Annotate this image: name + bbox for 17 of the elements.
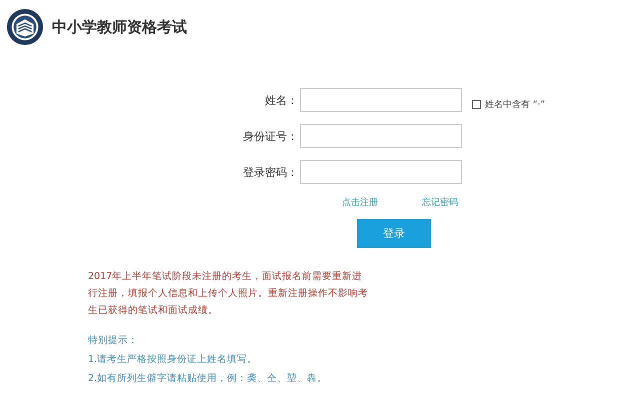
tip-text: 1.请考生严格按照身份证上姓名填写。 (88, 353, 258, 367)
link[interactable]: 点击注册 (342, 196, 378, 209)
link[interactable]: 忘记密码 (422, 196, 458, 209)
input-field[interactable] (300, 124, 462, 148)
tip-text: 2.如有所列生僻字请粘贴使用，例：䶮、仝、堃、犇。 (88, 372, 328, 386)
notice-text: 2017年上半年笔试阶段未注册的考生，面试报名前需要重新进行注册，填报个人信息和上传个人照片。重新注册操作不影响考生已获得的笔试和面试成绩。 (88, 270, 369, 318)
field-label: 登录密码： (242, 164, 299, 180)
checkbox-label: 姓名中含有 “·” (485, 98, 546, 110)
login-button[interactable]: 登录 (357, 219, 431, 248)
tips-title: 特别提示： (88, 334, 139, 348)
site-title: 中小学教师资格考试 (52, 18, 187, 36)
input-field[interactable] (300, 88, 462, 112)
checkbox[interactable] (472, 100, 481, 108)
input-field[interactable] (300, 160, 462, 184)
field-label: 身份证号： (242, 128, 299, 144)
field-label: 姓名： (264, 92, 299, 108)
emblem-icon (6, 8, 44, 46)
